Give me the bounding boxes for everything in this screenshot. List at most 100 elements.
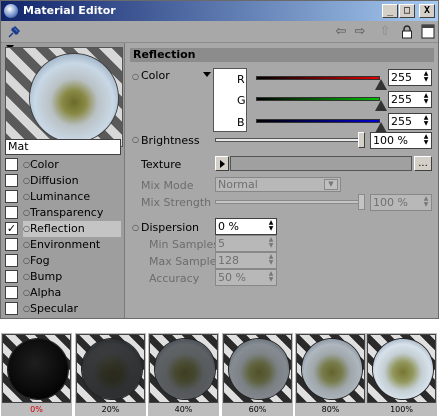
channel-label: Transparency [30, 206, 104, 219]
spinner-icon[interactable]: ▲ ▼ [422, 71, 430, 84]
channel-checkbox[interactable] [5, 318, 18, 319]
mix-mode-value: Normal [218, 178, 258, 191]
channel-item-specular-color[interactable]: ○Specular Color [5, 317, 121, 319]
channel-item-environment[interactable]: ○ Environment [5, 237, 121, 253]
channel-label: Specular [30, 302, 79, 315]
channel-checkbox[interactable] [5, 190, 18, 203]
minimize-button[interactable]: _ [382, 4, 398, 18]
channel-checkbox[interactable] [5, 286, 18, 299]
max-samples-value: 128 [218, 254, 239, 267]
maximize-button[interactable]: □ [399, 4, 415, 18]
new-window-icon[interactable] [421, 24, 435, 39]
channel-checkbox[interactable] [5, 174, 18, 187]
spinner-icon[interactable]: ▲ ▼ [267, 237, 275, 250]
spinner-icon[interactable]: ▲ ▼ [422, 93, 430, 106]
texture-menu-button[interactable] [215, 156, 229, 171]
channel-checkbox[interactable] [5, 238, 18, 251]
red-slider-knob[interactable] [375, 79, 387, 90]
green-value: 255 [391, 93, 412, 106]
mix-strength-field[interactable]: 100 % ▲ ▼ [370, 194, 432, 211]
spinner-icon[interactable]: ▲ ▼ [267, 254, 275, 267]
swatch-sphere [302, 339, 362, 399]
material-name-field[interactable]: Mat [5, 139, 121, 155]
spinner-icon[interactable]: ▲ ▼ [267, 220, 275, 233]
channel-item-fog[interactable]: ○ Fog [5, 253, 121, 269]
bullet-icon: ○ [23, 160, 30, 169]
color-label: Color [141, 69, 170, 82]
color-menu-triangle-icon[interactable] [203, 72, 211, 77]
channel-item-color[interactable]: ○ Color [5, 157, 121, 173]
blue-value: 255 [391, 115, 412, 128]
mix-mode-label: Mix Mode [141, 179, 194, 192]
brightness-slider-track[interactable] [215, 138, 365, 142]
channel-label: Alpha [30, 286, 62, 299]
b-label: B [237, 116, 245, 129]
channel-item-diffusion[interactable]: ○ Diffusion [5, 173, 121, 189]
swatch-sphere [229, 339, 289, 399]
swatch-sphere [8, 339, 68, 399]
accuracy-field[interactable]: 50 % ▲ ▼ [215, 269, 277, 286]
channel-item-transparency[interactable]: ○ Transparency [5, 205, 121, 221]
swatch-label: 20% [101, 405, 120, 414]
dropdown-arrow-icon[interactable]: ▼ [324, 179, 338, 190]
bullet-icon: ○ [23, 272, 30, 281]
red-value-field[interactable]: 255 ▲ ▼ [388, 69, 432, 86]
swatch-preview [76, 334, 145, 403]
green-value-field[interactable]: 255 ▲ ▼ [388, 91, 432, 108]
swatch-100pct: 100% [366, 333, 437, 416]
channel-label: Fog [30, 254, 50, 267]
channel-item-specular[interactable]: ○ Specular [5, 301, 121, 317]
up-arrow-icon[interactable]: ⇧ [378, 24, 392, 40]
mix-strength-slider-knob[interactable] [358, 194, 365, 210]
channel-panel: Mat ○ Color ○ Diffusion ○ Luminance ○ Transpare… [1, 43, 125, 319]
channel-checkbox[interactable] [5, 270, 18, 283]
brightness-field[interactable]: 100 % ▲ ▼ [370, 132, 432, 149]
material-editor-window: Material Editor _ □ X ⇦ ⇨ ⇧ Mat ○ Color ○ D… [0, 0, 439, 319]
mix-strength-slider-track[interactable] [215, 200, 365, 204]
spinner-icon[interactable]: ▲ ▼ [422, 196, 430, 209]
swatch-60pct: 60% [222, 333, 293, 416]
min-samples-label: Min Samples [149, 238, 219, 251]
bullet-icon: ○ [23, 256, 30, 265]
min-samples-value: 5 [218, 237, 225, 250]
green-slider-knob[interactable] [375, 100, 387, 111]
channel-checkbox[interactable] [5, 158, 18, 171]
accuracy-value: 50 % [218, 271, 246, 284]
swatch-80pct: 80% [295, 333, 366, 416]
lock-icon[interactable] [401, 25, 413, 39]
blue-slider-track[interactable] [256, 119, 380, 123]
bullet-icon: ○ [23, 176, 30, 185]
back-arrow-icon[interactable]: ⇦ [334, 24, 348, 40]
blue-value-field[interactable]: 255 ▲ ▼ [388, 113, 432, 130]
spinner-icon[interactable]: ▲ ▼ [422, 134, 430, 147]
title-bar[interactable]: Material Editor _ □ X [1, 1, 438, 21]
swatch-sphere [373, 339, 433, 399]
swatch-preview [149, 334, 218, 403]
bullet-icon: ○ [23, 317, 30, 318]
channel-checkbox[interactable] [5, 206, 18, 219]
red-slider-track[interactable] [256, 76, 380, 80]
min-samples-field[interactable]: 5 ▲ ▼ [215, 235, 277, 252]
pin-icon[interactable] [7, 25, 21, 39]
max-samples-field[interactable]: 128 ▲ ▼ [215, 252, 277, 269]
close-button[interactable]: X [419, 4, 435, 18]
channel-item-bump[interactable]: ○ Bump [5, 269, 121, 285]
bullet-icon: ○ [132, 72, 139, 81]
channel-item-luminance[interactable]: ○ Luminance [5, 189, 121, 205]
channel-checkbox[interactable]: ✓ [5, 222, 18, 235]
material-preview[interactable] [5, 47, 123, 147]
channel-checkbox[interactable] [5, 254, 18, 267]
spinner-icon[interactable]: ▲ ▼ [422, 115, 430, 128]
brightness-slider-knob[interactable] [358, 132, 365, 148]
spinner-icon[interactable]: ▲ ▼ [267, 271, 275, 284]
dispersion-field[interactable]: 0 % ▲ ▼ [215, 218, 277, 235]
channel-item-alpha[interactable]: ○ Alpha [5, 285, 121, 301]
green-slider-track[interactable] [256, 97, 380, 101]
texture-browse-button[interactable]: ... [414, 156, 432, 171]
channel-item-reflection[interactable]: ✓ ○ Reflection [5, 221, 121, 237]
bullet-icon: ○ [23, 224, 30, 233]
forward-arrow-icon[interactable]: ⇨ [353, 24, 367, 40]
mix-mode-select[interactable]: Normal [215, 177, 341, 192]
channel-checkbox[interactable] [5, 302, 18, 315]
texture-path-field[interactable] [230, 156, 412, 171]
